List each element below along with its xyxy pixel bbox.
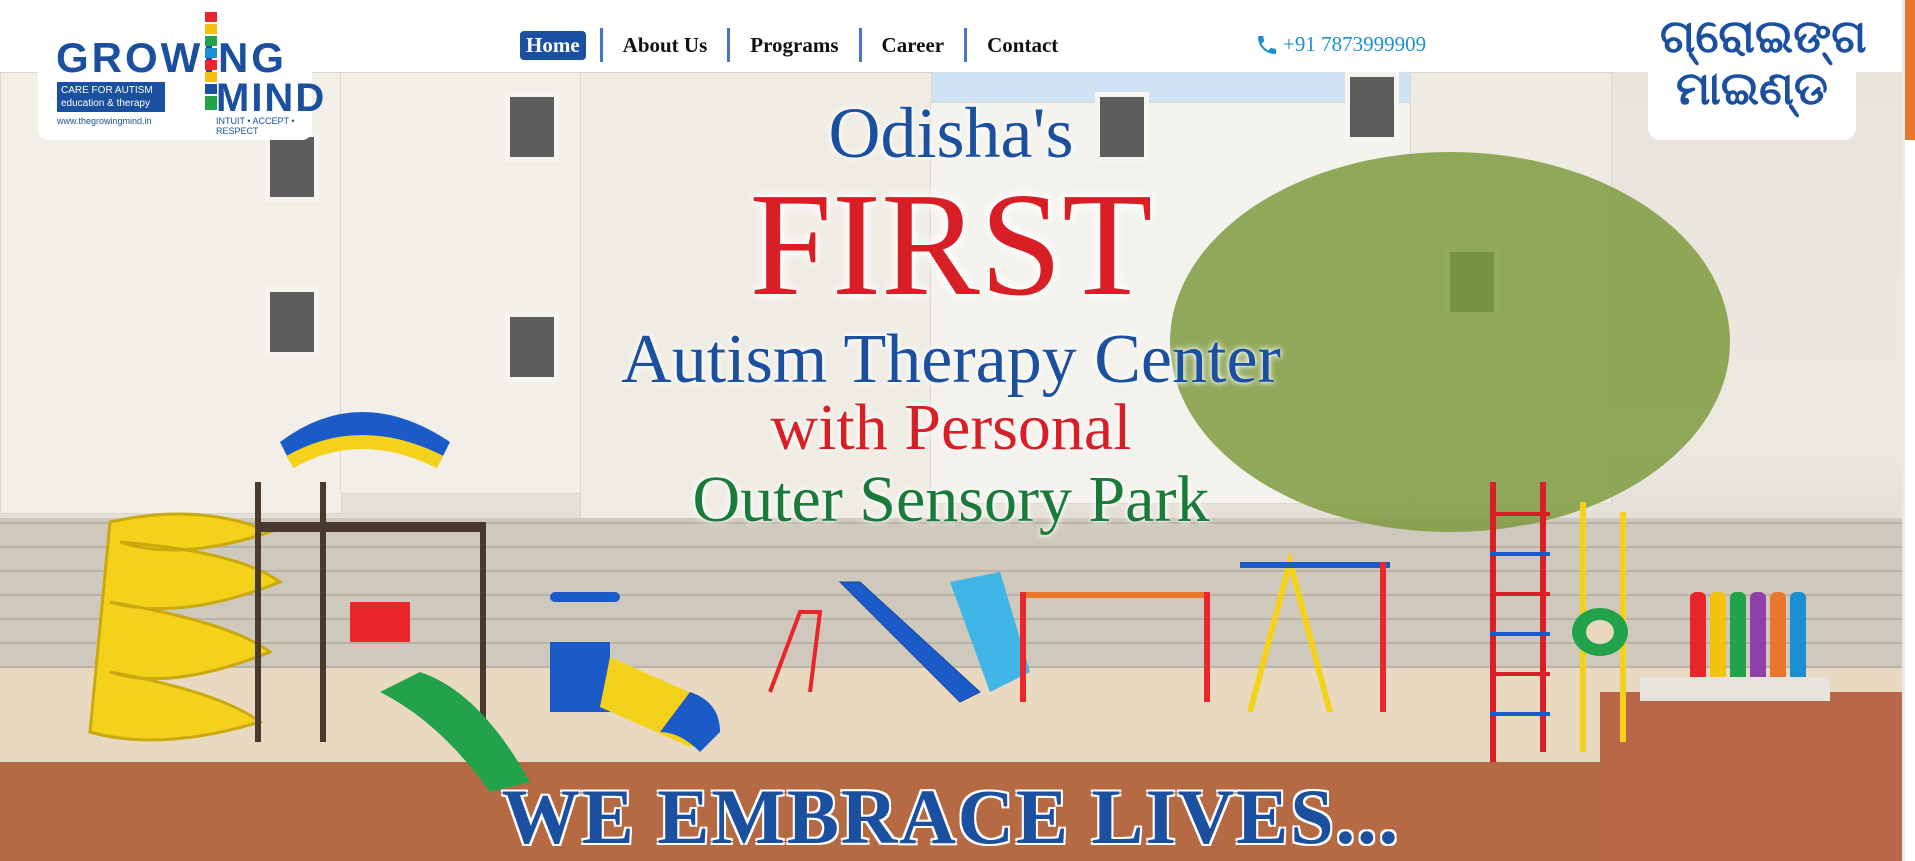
nav-divider <box>599 28 603 62</box>
hero-line-first: FIRST <box>749 163 1153 327</box>
hero-line-sensory-park: Outer Sensory Park <box>692 463 1210 536</box>
logo-word-mind: MIND <box>216 76 327 120</box>
tree-trunk <box>1750 592 1766 682</box>
nav-contact[interactable]: Contact <box>981 31 1064 60</box>
logo-url: www.thegrowingmind.in <box>57 116 152 126</box>
logo-tagline: INTUIT • ACCEPT • RESPECT <box>216 116 295 136</box>
nav-divider <box>858 28 862 62</box>
nav-divider <box>727 28 731 62</box>
odia-logo-text: ଗ୍ରୋଇଙ୍ଗ ମାଇଣ୍ଡ <box>1660 9 1867 115</box>
logo-word-growing: GROWING <box>56 34 287 81</box>
tree-trunk <box>1730 592 1746 682</box>
tree-trunk <box>1710 592 1726 682</box>
phone-link[interactable]: +91 7873999909 <box>1255 32 1426 57</box>
logo-subtitle-box: CARE FOR AUTISM education & therapy <box>57 82 165 112</box>
nav-home[interactable]: Home <box>520 30 586 60</box>
hero-line-personal: with Personal <box>770 391 1132 464</box>
phone-number: +91 7873999909 <box>1283 32 1427 56</box>
logo-growing-mind[interactable]: GROWING CARE FOR AUTISM education & ther… <box>38 0 324 140</box>
hero-banner: Odisha's FIRST Autism Therapy Center wit… <box>0 72 1902 861</box>
tree-trunk <box>1690 592 1706 682</box>
logo-odia[interactable]: ଗ୍ରୋଇଙ୍ଗ ମାଇଣ୍ଡ <box>1648 0 1867 140</box>
tree-trunk <box>1790 592 1806 682</box>
nav-career[interactable]: Career <box>876 31 951 60</box>
tree-trunk <box>1770 592 1786 682</box>
play-swing-frame <box>1240 552 1390 713</box>
hero-line-autism-center: Autism Therapy Center <box>621 321 1281 398</box>
nav-about-us[interactable]: About Us <box>617 31 714 60</box>
phone-icon <box>1258 35 1276 54</box>
play-swings-slides <box>768 572 1210 703</box>
tree-platform <box>1640 677 1830 701</box>
scrollbar-thumb[interactable] <box>1905 0 1915 140</box>
nav-programs[interactable]: Programs <box>744 31 844 60</box>
hero-tagline-embrace: WE EMBRACE LIVES... <box>501 773 1401 860</box>
nav-divider <box>964 28 968 62</box>
main-nav: Home About Us Programs Career Contact <box>520 28 1078 62</box>
